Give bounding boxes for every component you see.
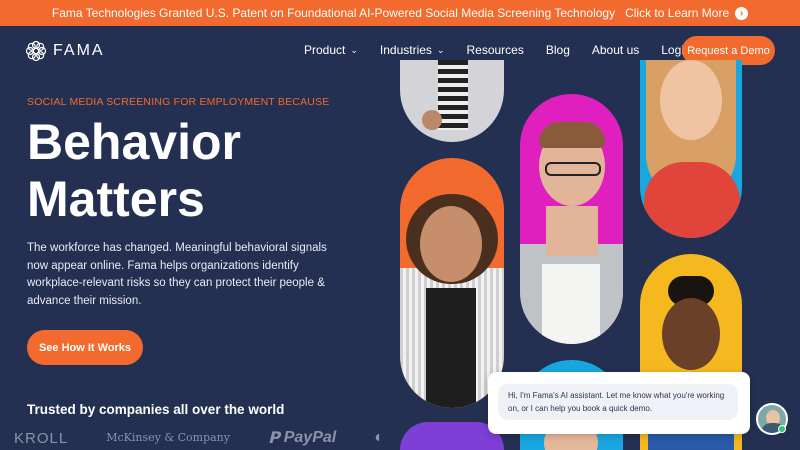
paypal-logo: 𝗣 PayPal — [268, 428, 336, 448]
nav-menu: Product ⌄ Industries ⌄ Resources Blog Ab… — [304, 43, 713, 57]
client-logos: KROLL McKinsey & Company 𝗣 PayPal ◐ — [14, 428, 384, 448]
hero-eyebrow: SOCIAL MEDIA SCREENING FOR EMPLOYMENT BE… — [27, 96, 330, 108]
announcement-link[interactable]: Click to Learn More › — [625, 6, 749, 20]
headline-line-1: Behavior — [27, 114, 241, 170]
chevron-down-icon: ⌄ — [436, 44, 445, 55]
nav-item-label: Blog — [545, 43, 570, 57]
nav-item-blog[interactable]: Blog — [546, 43, 570, 57]
mckinsey-logo: McKinsey & Company — [106, 431, 230, 444]
photo-pill-blue-top — [640, 60, 742, 238]
nav-item-about[interactable]: About us — [592, 43, 639, 57]
see-how-it-works-button[interactable]: See How It Works — [27, 330, 143, 365]
photo-pill-magenta — [520, 94, 623, 344]
nav-item-industries[interactable]: Industries ⌄ — [380, 43, 445, 57]
nav-item-label: About us — [591, 43, 640, 57]
nav-item-product[interactable]: Product ⌄ — [304, 43, 358, 57]
hero-description: The workforce has changed. Meaningful be… — [27, 242, 327, 307]
nav-item-resources[interactable]: Resources — [466, 43, 523, 57]
logo-wordmark: FAMA — [53, 42, 105, 59]
announcement-bar[interactable]: Fama Technologies Granted U.S. Patent on… — [0, 0, 800, 26]
headline-line-2: Matters — [27, 171, 205, 227]
fama-logo-icon — [25, 40, 47, 62]
paypal-wordmark: PayPal — [283, 429, 337, 446]
chevron-down-icon: ⌄ — [350, 44, 358, 55]
photo-pill-orange — [400, 158, 504, 408]
hero-headline: Behavior Matters — [27, 114, 241, 228]
chat-message: Hi, I'm Fama's AI assistant. Let me know… — [498, 384, 738, 420]
ai-assistant-chat-bubble[interactable]: Hi, I'm Fama's AI assistant. Let me know… — [488, 372, 750, 434]
announcement-link-label: Click to Learn More — [625, 6, 730, 20]
nav-item-label: Resources — [466, 43, 524, 57]
paypal-p-icon: 𝗣 — [267, 430, 280, 447]
fama-logo[interactable]: FAMA — [25, 40, 105, 62]
partial-logo-icon: ◐ — [374, 429, 384, 446]
arrow-right-circle-icon: › — [735, 6, 749, 20]
photo-pill-striped — [400, 60, 504, 142]
nav-item-label: Industries — [379, 43, 432, 57]
person-face — [662, 298, 720, 370]
person-face — [660, 60, 722, 140]
kroll-logo: KROLL — [14, 429, 69, 447]
trusted-heading: Trusted by companies all over the world — [27, 402, 285, 417]
announcement-text: Fama Technologies Granted U.S. Patent on… — [51, 6, 616, 20]
nav-item-label: Product — [304, 43, 346, 57]
online-status-indicator — [778, 425, 786, 433]
person-face — [420, 206, 482, 282]
